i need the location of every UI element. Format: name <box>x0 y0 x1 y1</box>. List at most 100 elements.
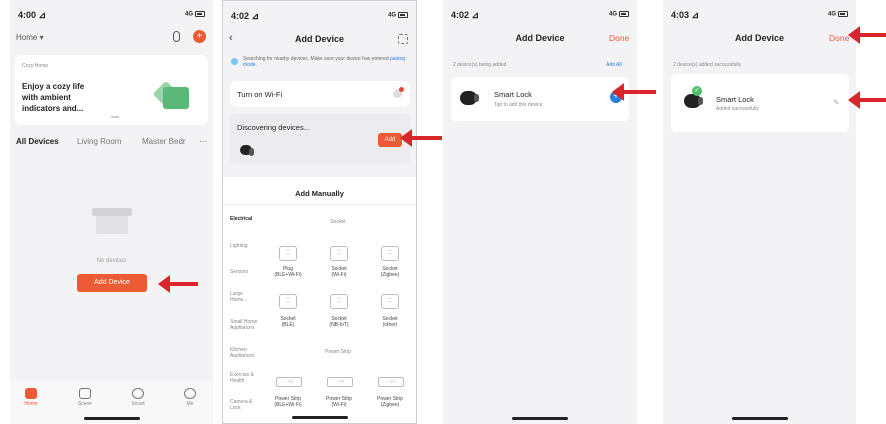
nav-home-label: Home <box>24 401 38 407</box>
manual-title: Add Manually <box>295 189 344 198</box>
done-button[interactable]: Done <box>829 33 849 43</box>
nav-home[interactable]: Home <box>16 388 46 407</box>
socket-icon[interactable]: ⁚⁚ <box>381 294 399 309</box>
home-indicator <box>512 417 568 420</box>
home-icon <box>25 388 37 399</box>
success-status-text: 2 device(s) added successfully <box>673 62 742 68</box>
item-label[interactable]: Plug (BLE+Wi-Fi) <box>267 266 309 278</box>
item-variant: (other) <box>382 322 398 328</box>
banner-title-line3: indicators and... <box>22 104 84 113</box>
category-lighting[interactable]: Lighting <box>230 243 248 249</box>
add-discovered-button[interactable]: Add <box>378 133 402 147</box>
item-variant: (BLE+Wi-Fi) <box>274 402 302 408</box>
category-electrical[interactable]: Electrical <box>230 216 252 222</box>
battery-icon <box>838 11 848 17</box>
home-selector[interactable]: Home ▾ <box>16 33 44 42</box>
annotation-arrow <box>848 91 886 109</box>
status-time: 4:02 ⊿ <box>451 10 480 20</box>
nav-scene[interactable]: Scene <box>70 388 100 407</box>
status-bar: 4:03 ⊿ 4G <box>663 10 856 22</box>
home-indicator <box>731 417 788 420</box>
item-variant: (Zigbee) <box>380 272 400 278</box>
banner-pager-dots <box>111 116 119 118</box>
add-device-button[interactable]: Add Device <box>77 274 147 292</box>
wifi-label: Turn on Wi-Fi <box>237 90 283 99</box>
edit-pencil-icon[interactable]: ✎ <box>833 98 840 107</box>
socket-icon[interactable]: ⁚⁚ <box>279 294 297 309</box>
home-screen: 4:00 ⊿ 4G Home ▾ + Cozy Home Enjoy a coz… <box>10 0 213 424</box>
manual-section: Add Manually Electrical Lighting Sensors… <box>223 177 416 423</box>
signal-indicator: 4G <box>388 12 408 19</box>
page-title: Add Device <box>734 33 785 43</box>
status-bar: 4:02 ⊿ 4G <box>443 10 637 22</box>
network-type: 4G <box>387 12 396 19</box>
category-exercise[interactable]: Exercise & Health <box>230 372 258 384</box>
add-device-scan-screen: 4:02 ⊿ 4G ‹ Add Device Searching for nea… <box>222 0 417 424</box>
room-tabs: All Devices Living Room Master Bedr ··· <box>16 137 213 151</box>
item-variant: (NB-IoT) <box>329 322 349 328</box>
signal-indicator: 4G <box>185 11 205 18</box>
power-strip-header: Power Strip <box>325 349 351 355</box>
nav-me[interactable]: Me <box>175 388 205 407</box>
power-strip-icon[interactable]: ◦ ▿▿ <box>327 377 353 387</box>
nav-smart[interactable]: Smart <box>123 388 153 407</box>
device-card[interactable]: Smart Lock Tap to add this device + <box>451 77 629 121</box>
item-variant: (Wi-Fi) <box>331 272 347 278</box>
nav-me-label: Me <box>186 401 194 407</box>
item-label[interactable]: Socket (Zigbee) <box>369 266 411 278</box>
socket-header: Socket <box>330 219 346 225</box>
wifi-card[interactable]: Turn on Wi-Fi <box>230 81 410 107</box>
tab-master-bedroom[interactable]: Master Bedr <box>142 137 186 146</box>
scan-icon[interactable] <box>398 34 408 44</box>
battery-icon <box>619 11 629 17</box>
category-kitchen[interactable]: Kitchen Appliances <box>230 347 260 359</box>
item-label[interactable]: Power Strip (Zigbee) <box>369 396 411 408</box>
item-label[interactable]: Power Strip (BLE+Wi-Fi) <box>267 396 309 408</box>
search-hint-text: Searching for nearby devices. Make sure … <box>243 56 389 62</box>
empty-box-illustration <box>90 206 134 236</box>
house-illustration <box>152 73 193 109</box>
discovered-lock-thumbnail[interactable] <box>240 145 254 156</box>
item-variant: (Zigbee) <box>380 402 400 408</box>
add-circle-icon[interactable]: + <box>193 30 206 43</box>
category-sensors[interactable]: Sensors <box>230 269 248 275</box>
discovering-label: Discovering devices... <box>237 123 310 132</box>
done-button[interactable]: Done <box>609 33 629 43</box>
more-tabs-icon[interactable]: ··· <box>199 137 207 146</box>
battery-icon <box>195 11 205 17</box>
added-success-screen: 4:03 ⊿ 4G Add Device Done 2 device(s) ad… <box>663 0 856 424</box>
device-subtitle: Tap to add this device <box>494 102 543 108</box>
power-strip-icon[interactable]: ◦ ▿▿ <box>276 377 302 387</box>
search-hint: Searching for nearby devices. Make sure … <box>231 56 411 72</box>
annotation-arrow <box>400 129 442 147</box>
device-name: Smart Lock <box>494 90 532 99</box>
network-type: 4G <box>184 11 193 18</box>
annotation-arrow <box>158 275 198 293</box>
category-large-home[interactable]: Large Home... <box>230 291 254 303</box>
add-all-button[interactable]: Add All <box>606 62 622 68</box>
annotation-arrow <box>612 83 656 101</box>
item-label[interactable]: Power Strip (Wi-Fi) <box>318 396 360 408</box>
device-card[interactable]: ✓ Smart Lock Added successfully ✎ <box>671 74 849 132</box>
item-label[interactable]: Socket (other) <box>369 316 411 328</box>
category-camera-lock[interactable]: Camera & Lock <box>230 399 258 411</box>
tab-all-devices[interactable]: All Devices <box>16 137 59 146</box>
item-label[interactable]: Socket (BLE) <box>267 316 309 328</box>
tab-living-room[interactable]: Living Room <box>77 137 121 146</box>
power-strip-icon[interactable]: ◦ ▿▿ <box>378 377 404 387</box>
socket-icon[interactable]: ⁚⁚ <box>381 246 399 261</box>
socket-icon[interactable]: ⁚⁚ <box>330 246 348 261</box>
plug-icon[interactable]: ⁚⁚ <box>279 246 297 261</box>
socket-icon[interactable]: ⁚⁚ <box>330 294 348 309</box>
scene-icon <box>79 388 91 399</box>
item-variant: (Wi-Fi) <box>331 402 347 408</box>
banner-title-line1: Enjoy a cozy life <box>22 82 85 91</box>
microphone-icon[interactable] <box>173 31 180 42</box>
item-label[interactable]: Socket (NB-IoT) <box>318 316 360 328</box>
category-small-home[interactable]: Small Home Appliances <box>230 319 262 331</box>
success-check-icon: ✓ <box>692 86 702 96</box>
nav-smart-label: Smart <box>131 401 145 407</box>
item-label[interactable]: Socket (Wi-Fi) <box>318 266 360 278</box>
cozy-banner[interactable]: Cozy Home Enjoy a cozy life with ambient… <box>15 55 208 125</box>
searching-icon <box>231 58 238 65</box>
